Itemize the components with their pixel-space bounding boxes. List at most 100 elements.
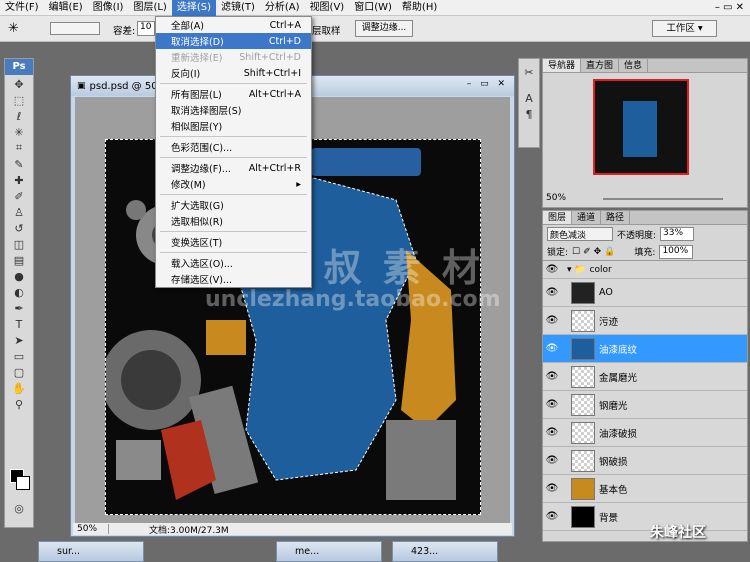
visibility-eye-icon[interactable]: 👁 <box>543 343 561 354</box>
history-brush-icon[interactable]: ↺ <box>10 221 28 235</box>
hand-tool-icon[interactable]: ✋ <box>10 381 28 395</box>
tab-navigator[interactable]: 导航器 <box>543 59 582 72</box>
layer-row[interactable]: 👁 钢磨光 <box>543 391 747 419</box>
quick-mask-icon[interactable]: ◎ <box>10 501 28 515</box>
document-window-controls[interactable]: – ▭ ✕ <box>467 79 508 89</box>
menu-item-inverse[interactable]: 反向(I) Shift+Ctrl+I <box>156 65 311 81</box>
tab-info[interactable]: 信息 <box>619 59 649 72</box>
menu-item-similar-layers[interactable]: 相似图层(Y) <box>156 118 311 134</box>
tools-dock-icon[interactable]: ✂ <box>520 65 538 79</box>
layer-row[interactable]: 👁 基本色 <box>543 475 747 503</box>
visibility-eye-icon[interactable]: 👁 <box>543 427 561 438</box>
notes-tool-icon[interactable]: ▢ <box>10 365 28 379</box>
menu-filter[interactable]: 滤镜(T) <box>216 0 260 16</box>
magic-wand-icon[interactable]: ✳ <box>8 21 19 36</box>
panel-dock-strip: ✂ A ¶ <box>518 58 540 148</box>
menu-item-reselect[interactable]: 重新选择(E) Shift+Ctrl+D <box>156 49 311 65</box>
eyedropper-tool-icon[interactable]: ✎ <box>10 157 28 171</box>
layer-row[interactable]: 👁 背景 <box>543 503 747 531</box>
menu-select[interactable]: 选择(S) <box>171 0 216 16</box>
eraser-tool-icon[interactable]: ◫ <box>10 237 28 251</box>
visibility-eye-icon[interactable]: 👁 <box>543 264 561 275</box>
visibility-eye-icon[interactable]: 👁 <box>543 455 561 466</box>
visibility-eye-icon[interactable]: 👁 <box>543 371 561 382</box>
visibility-eye-icon[interactable]: 👁 <box>543 511 561 522</box>
doc-info[interactable]: 文档:3.00M/27.3M <box>149 523 229 536</box>
dodge-tool-icon[interactable]: ◐ <box>10 285 28 299</box>
taskbar-doc-me[interactable]: me... <box>276 541 382 562</box>
tab-histogram[interactable]: 直方图 <box>581 59 620 72</box>
window-controls[interactable]: – ▭ ✕ <box>715 0 744 16</box>
layer-row[interactable]: 👁 金属磨光 <box>543 363 747 391</box>
zoom-tool-icon[interactable]: ⚲ <box>10 397 28 411</box>
menu-item-refine-edge[interactable]: 调整边缘(F)... Alt+Ctrl+R <box>156 160 311 176</box>
menu-help[interactable]: 帮助(H) <box>397 0 442 16</box>
menu-item-grow[interactable]: 扩大选取(G) <box>156 197 311 213</box>
refine-edge-button[interactable]: 调整边缘... <box>355 20 413 37</box>
background-color-swatch[interactable] <box>16 476 30 490</box>
healing-tool-icon[interactable]: ✚ <box>10 173 28 187</box>
taskbar-doc-423[interactable]: 423... <box>392 541 498 562</box>
taskbar-doc-sur[interactable]: sur... <box>38 541 144 562</box>
paragraph-dock-icon[interactable]: ¶ <box>520 107 538 121</box>
navigator-zoom[interactable]: 50% <box>546 193 566 203</box>
type-tool-icon[interactable]: T <box>10 317 28 331</box>
shape-tool-icon[interactable]: ▭ <box>10 349 28 363</box>
blur-tool-icon[interactable]: ● <box>10 269 28 283</box>
layer-row[interactable]: 👁 油漆底纹 <box>543 335 747 363</box>
menu-window[interactable]: 窗口(W) <box>349 0 397 16</box>
menu-file[interactable]: 文件(F) <box>0 0 44 16</box>
fill-input[interactable]: 100% <box>659 244 694 259</box>
crop-tool-icon[interactable]: ⌗ <box>10 141 28 155</box>
stamp-tool-icon[interactable]: ♙ <box>10 205 28 219</box>
magic-wand-tool-icon[interactable]: ✳ <box>10 125 28 139</box>
visibility-eye-icon[interactable]: 👁 <box>543 287 561 298</box>
menu-item-deselect-layers[interactable]: 取消选择图层(S) <box>156 102 311 118</box>
menu-view[interactable]: 视图(V) <box>305 0 350 16</box>
visibility-eye-icon[interactable]: 👁 <box>543 399 561 410</box>
menu-item-modify[interactable]: 修改(M) ▸ <box>156 176 311 192</box>
menu-analysis[interactable]: 分析(A) <box>260 0 305 16</box>
menu-separator <box>160 157 307 158</box>
menu-item-color-range[interactable]: 色彩范围(C)... <box>156 139 311 155</box>
menu-item-all-layers[interactable]: 所有图层(L) Alt+Ctrl+A <box>156 86 311 102</box>
visibility-eye-icon[interactable]: 👁 <box>543 315 561 326</box>
menu-item-select-all[interactable]: 全部(A) Ctrl+A <box>156 17 311 33</box>
layer-row[interactable]: 👁 AO <box>543 279 747 307</box>
character-dock-icon[interactable]: A <box>520 91 538 105</box>
layer-group-row[interactable]: 👁 ▾ 📁 color <box>543 261 747 279</box>
group-expand-icon[interactable]: ▾ 📁 <box>567 265 586 275</box>
sample-all-layers-label[interactable]: 层取样 <box>312 23 341 37</box>
visibility-eye-icon[interactable]: 👁 <box>543 483 561 494</box>
tab-layers[interactable]: 图层 <box>543 211 573 224</box>
navigator-zoom-slider[interactable] <box>603 198 723 200</box>
layer-row[interactable]: 👁 油漆破损 <box>543 419 747 447</box>
tab-channels[interactable]: 通道 <box>572 211 602 224</box>
marquee-tool-icon[interactable]: ⬚ <box>10 93 28 107</box>
pen-tool-icon[interactable]: ✒ <box>10 301 28 315</box>
lasso-tool-icon[interactable]: ℓ <box>10 109 28 123</box>
zoom-field[interactable]: 50% <box>73 524 109 534</box>
menu-item-deselect[interactable]: 取消选择(D) Ctrl+D <box>156 33 311 49</box>
menu-item-similar[interactable]: 选取相似(R) <box>156 213 311 229</box>
layer-row[interactable]: 👁 钢破损 <box>543 447 747 475</box>
tolerance-input[interactable]: 10 <box>137 21 155 36</box>
move-tool-icon[interactable]: ✥ <box>10 77 28 91</box>
menu-image[interactable]: 图像(I) <box>88 0 129 16</box>
brush-tool-icon[interactable]: ✐ <box>10 189 28 203</box>
opacity-input[interactable]: 33% <box>660 227 695 241</box>
gradient-tool-icon[interactable]: ▤ <box>10 253 28 267</box>
menu-edit[interactable]: 编辑(E) <box>44 0 88 16</box>
layer-row[interactable]: 👁 污迹 <box>543 307 747 335</box>
menu-item-transform-selection[interactable]: 变换选区(T) <box>156 234 311 250</box>
selection-mode-buttons[interactable] <box>50 22 100 35</box>
navigator-preview[interactable] <box>593 79 689 175</box>
lock-icons[interactable]: ☐✐✥🔒 <box>572 247 618 257</box>
blend-mode-select[interactable]: 颜色减淡 <box>547 227 613 241</box>
tab-paths[interactable]: 路径 <box>601 211 631 224</box>
path-select-icon[interactable]: ➤ <box>10 333 28 347</box>
menu-layer[interactable]: 图层(L) <box>128 0 171 16</box>
menu-item-save-selection[interactable]: 存储选区(V)... <box>156 271 311 287</box>
menu-item-load-selection[interactable]: 载入选区(O)... <box>156 255 311 271</box>
workspace-button[interactable]: 工作区 ▾ <box>652 20 717 37</box>
